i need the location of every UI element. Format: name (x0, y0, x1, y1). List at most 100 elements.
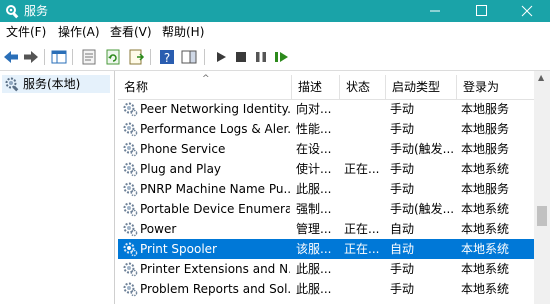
show-hide-button[interactable] (180, 48, 198, 66)
service-status: 正在... (344, 222, 380, 236)
stop-service-icon (236, 52, 246, 62)
service-status: 正在... (344, 242, 380, 256)
menu-file[interactable]: 文件(F) (6, 25, 46, 39)
service-log-on-as: 本地系统 (461, 242, 510, 256)
pause-service-icon (256, 52, 266, 62)
service-log-on-as: 本地服务 (461, 122, 510, 136)
service-gear-icon (122, 181, 138, 197)
service-description: 强制... (296, 202, 332, 216)
service-log-on-as: 本地系统 (461, 222, 510, 236)
service-startup-type: 手动(触发... (390, 142, 455, 156)
service-name: Peer Networking Identity... (140, 102, 290, 116)
toolbar: ? (0, 44, 550, 71)
svg-text:?: ? (164, 51, 170, 65)
service-startup-type: 手动 (390, 182, 415, 196)
show-console-tree-button[interactable] (50, 48, 68, 66)
restart-service-icon (275, 52, 288, 62)
restart-service-button[interactable] (272, 48, 290, 66)
service-startup-type: 手动(触发... (390, 202, 455, 216)
service-startup-type: 手动 (390, 122, 415, 136)
service-name: Problem Reports and Sol... (140, 282, 290, 296)
minimize-icon (430, 10, 440, 12)
service-row[interactable]: Problem Reports and Sol... 此服... 手动 本地系统 (118, 279, 534, 299)
maximize-icon (476, 5, 487, 16)
help-button[interactable]: ? (158, 48, 176, 66)
forward-arrow-icon (24, 51, 38, 63)
service-description: 管理... (296, 222, 332, 236)
back-arrow-icon (4, 51, 18, 63)
vertical-scrollbar[interactable]: ▲ (534, 71, 550, 304)
service-row[interactable]: Printer Extensions and N... 此服... 手动 本地系统 (118, 259, 534, 279)
scrollbar-thumb[interactable] (537, 206, 547, 226)
service-log-on-as: 本地系统 (461, 162, 510, 176)
service-description: 性能... (296, 122, 332, 136)
service-row[interactable]: Print Spooler 该服... 正在... 自动 本地系统 (118, 239, 534, 259)
column-log-on-as[interactable]: 登录为 (457, 75, 534, 99)
service-name: PNRP Machine Name Pu... (140, 182, 290, 196)
properties-button[interactable] (80, 48, 98, 66)
column-status[interactable]: 状态 (340, 75, 386, 99)
service-log-on-as: 本地系统 (461, 282, 510, 296)
column-description[interactable]: 描述 (292, 75, 340, 99)
toolbar-separator (204, 49, 205, 65)
service-gear-icon (122, 201, 138, 217)
column-startup-type[interactable]: 启动类型 (386, 75, 457, 99)
close-button[interactable] (504, 0, 550, 22)
export-list-button[interactable] (128, 48, 146, 66)
service-description: 此服... (296, 282, 332, 296)
service-description: 此服... (296, 262, 332, 276)
service-name: Phone Service (140, 142, 226, 156)
show-hide-icon (181, 50, 197, 64)
start-service-button[interactable] (212, 48, 230, 66)
services-list: ^ 名称 描述 状态 启动类型 登录为 Peer Networking Iden… (118, 71, 534, 304)
service-gear-icon (122, 261, 138, 277)
service-name: Printer Extensions and N... (140, 262, 290, 276)
service-gear-icon (122, 161, 138, 177)
column-name[interactable]: 名称 (118, 75, 292, 99)
menu-help[interactable]: 帮助(H) (162, 25, 204, 39)
service-log-on-as: 本地服务 (461, 142, 510, 156)
service-log-on-as: 本地系统 (461, 262, 510, 276)
services-gear-icon (5, 77, 19, 92)
tree-node-local-services[interactable]: 服务(本地) (2, 75, 110, 93)
service-row[interactable]: Portable Device Enumera... 强制... 手动(触发... 本… (118, 199, 534, 219)
service-name: Portable Device Enumera... (140, 202, 290, 216)
service-name: Performance Logs & Aler... (140, 122, 290, 136)
help-icon: ? (160, 50, 174, 65)
service-startup-type: 自动 (390, 242, 415, 256)
stop-service-button[interactable] (232, 48, 250, 66)
service-row[interactable]: Power 管理... 正在... 自动 本地系统 (118, 219, 534, 239)
service-row[interactable]: Plug and Play 使计... 正在... 手动 本地系统 (118, 159, 534, 179)
service-log-on-as: 本地服务 (461, 102, 510, 116)
menu-action[interactable]: 操作(A) (58, 25, 100, 39)
service-description: 该服... (296, 242, 332, 256)
service-row[interactable]: PNRP Machine Name Pu... 此服... 手动 本地服务 (118, 179, 534, 199)
service-row[interactable]: Performance Logs & Aler... 性能... 手动 本地服务 (118, 119, 534, 139)
menu-view[interactable]: 查看(V) (110, 25, 152, 39)
service-description: 使计... (296, 162, 332, 176)
service-status: 正在... (344, 162, 380, 176)
service-description: 在设... (296, 142, 332, 156)
back-button[interactable] (2, 48, 20, 66)
properties-icon (82, 49, 96, 65)
service-row[interactable]: Phone Service 在设... 手动(触发... 本地服务 (118, 139, 534, 159)
service-name: Print Spooler (140, 242, 217, 256)
window-title: 服务 (24, 4, 49, 18)
service-name: Power (140, 222, 177, 236)
toolbar-separator (44, 49, 45, 65)
scroll-up-icon[interactable]: ▲ (538, 74, 544, 82)
toolbar-separator (72, 49, 73, 65)
service-row[interactable]: Peer Networking Identity... 向对... 手动 本地服务 (118, 99, 534, 119)
menu-bar: 文件(F) 操作(A) 查看(V) 帮助(H) (0, 22, 550, 42)
forward-button[interactable] (22, 48, 40, 66)
maximize-button[interactable] (458, 0, 504, 22)
refresh-icon (106, 49, 120, 65)
service-name: Plug and Play (140, 162, 222, 176)
service-gear-icon (122, 281, 138, 297)
pause-service-button[interactable] (252, 48, 270, 66)
minimize-button[interactable] (412, 0, 458, 22)
column-header: ^ 名称 描述 状态 启动类型 登录为 (118, 74, 534, 100)
tree-node-label: 服务(本地) (23, 77, 81, 91)
refresh-button[interactable] (104, 48, 122, 66)
service-log-on-as: 本地系统 (461, 202, 510, 216)
